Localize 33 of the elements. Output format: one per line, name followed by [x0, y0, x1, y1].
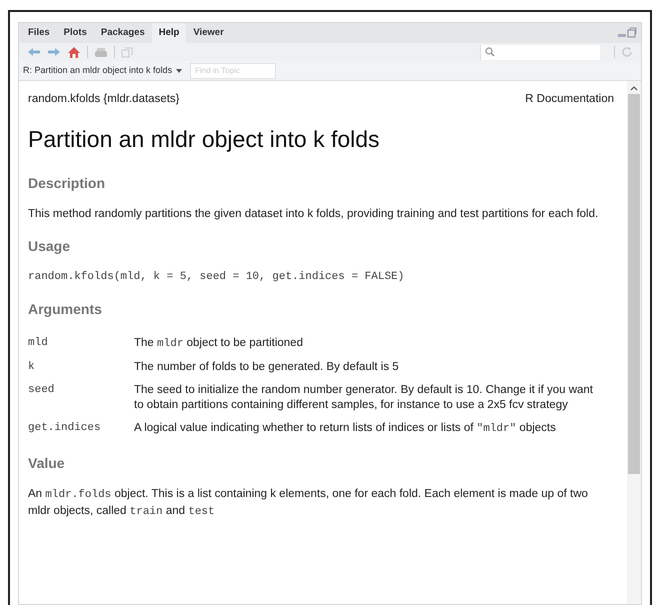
- scroll-up-icon[interactable]: [630, 85, 638, 91]
- popout-icon[interactable]: [121, 46, 133, 58]
- topic-dropdown[interactable]: R: Partition an mldr object into k folds: [21, 64, 184, 78]
- code-line: random.kfolds(mld, k = 5, seed = 10, get.indices = FALSE): [28, 270, 406, 285]
- section-heading: Description: [28, 174, 106, 193]
- argument-name: mld: [28, 336, 49, 352]
- paragraph: This method randomly partitions the given dataset into k folds, providing training and test partitions for each fold.: [28, 206, 600, 222]
- minimize-maximize-icon[interactable]: [617, 27, 637, 39]
- printer-icon[interactable]: [94, 46, 108, 58]
- argument-description: A logical value indicating whether to return lists of indices or lists of "mldr" objects: [134, 421, 557, 438]
- tab[interactable]: Help: [152, 23, 186, 43]
- argument-description: The number of folds to be generated. By default is 5: [134, 360, 400, 376]
- argument-name: seed: [28, 383, 56, 398]
- back-arrow-icon[interactable]: [27, 47, 41, 57]
- section-heading: Arguments: [28, 300, 103, 320]
- doc-header: R Documentation: [525, 92, 614, 107]
- forward-arrow-icon[interactable]: [47, 47, 61, 57]
- argument-description: The mldr object to be partitioned: [134, 336, 304, 352]
- search-field[interactable]: [480, 44, 600, 60]
- section-heading: Value: [28, 454, 66, 474]
- home-icon[interactable]: [67, 46, 81, 58]
- page-title: Partition an mldr object into k folds: [28, 125, 381, 154]
- search-icon: [485, 47, 495, 57]
- scrollbar[interactable]: [627, 81, 641, 604]
- section-heading: Usage: [28, 236, 72, 256]
- paragraph: An mldr.folds object. This is a list containing k elements, one for each fold. Each element is made up of two mldr objects, called train and test: [28, 487, 589, 520]
- argument-name: get.indices: [28, 421, 102, 436]
- argument-name: k: [28, 360, 36, 376]
- doc-header: random.kfolds {mldr.datasets}: [28, 92, 180, 107]
- refresh-icon[interactable]: [621, 46, 633, 58]
- argument-description: The seed to initialize the random number generator. By default is 10. Change it if you want to obtain partitions containing different samples, for instance to use a 2x5 fcv strategy: [134, 383, 594, 414]
- scrollbar-thumb[interactable]: [628, 94, 640, 474]
- caret-icon: [176, 68, 182, 72]
